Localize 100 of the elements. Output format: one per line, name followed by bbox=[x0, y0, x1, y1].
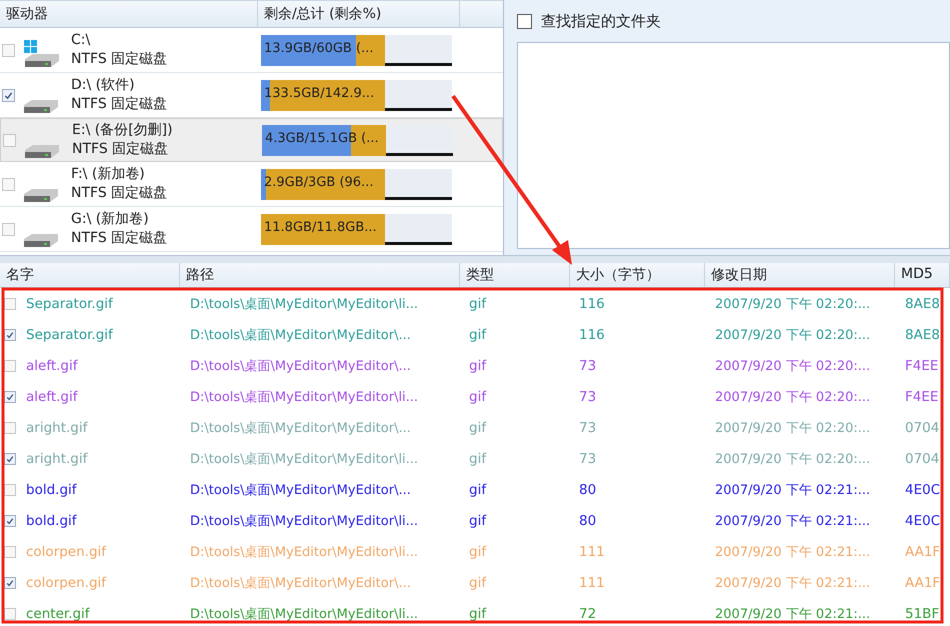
modified-date: 2007/9/20 下午 02:21:... bbox=[715, 606, 872, 622]
file-type: gif bbox=[469, 450, 488, 466]
column-header[interactable]: 名字 bbox=[0, 263, 180, 287]
column-header[interactable]: 剩余/总计 (剩余%) bbox=[258, 1, 460, 27]
column-header[interactable]: 驱动器 bbox=[0, 1, 258, 27]
file-size: 73 bbox=[579, 388, 598, 404]
folder-checkbox[interactable]: 查找指定的文件夹 bbox=[517, 10, 661, 32]
file-size: 80 bbox=[579, 482, 598, 498]
file-row[interactable]: aleft.gif D:\tools\桌面\MyEditor\MyEditor\li... gif 73 2007/9/20 下午 02:20:... F4EE bbox=[0, 381, 950, 412]
column-header[interactable]: 修改日期 bbox=[705, 263, 895, 287]
file-type: gif bbox=[469, 326, 488, 342]
modified-date: 2007/9/20 下午 02:20:... bbox=[715, 326, 872, 344]
usage-text: 11.8GB/11.8GB... bbox=[263, 218, 378, 234]
file-row[interactable]: aleft.gif D:\tools\桌面\MyEditor\MyEditor\... gif 73 2007/9/20 下午 02:20:... F4EE bbox=[0, 350, 950, 381]
file-path: D:\tools\桌面\MyEditor\MyEditor\... bbox=[190, 358, 412, 374]
file-type: gif bbox=[469, 482, 488, 498]
drive-name: D:\ (软件) bbox=[71, 76, 136, 95]
file-name: aright.gif bbox=[26, 450, 89, 466]
checkbox[interactable] bbox=[4, 576, 16, 588]
file-path: D:\tools\桌面\MyEditor\MyEditor\li... bbox=[190, 512, 420, 530]
md5-hash: 4E0C bbox=[905, 482, 942, 498]
file-type: gif bbox=[469, 296, 488, 312]
modified-date: 2007/9/20 下午 02:20:... bbox=[715, 450, 872, 468]
file-size: 73 bbox=[579, 358, 598, 374]
drive-name: E:\ (备份[勿删]) bbox=[72, 121, 174, 140]
file-size: 111 bbox=[579, 574, 606, 590]
checkbox[interactable] bbox=[4, 514, 16, 526]
file-path: D:\tools\桌面\MyEditor\MyEditor\li... bbox=[190, 450, 420, 468]
modified-date: 2007/9/20 下午 02:21:... bbox=[715, 482, 872, 498]
drive-name: F:\ (新加卷) bbox=[71, 165, 146, 184]
file-type: gif bbox=[469, 388, 488, 404]
file-path: D:\tools\桌面\MyEditor\MyEditor\li... bbox=[190, 606, 420, 622]
modified-date: 2007/9/20 下午 02:20:... bbox=[715, 420, 872, 436]
drive-type: NTFS 固定磁盘 bbox=[71, 95, 168, 114]
drive-row[interactable]: G:\ (新加卷) NTFS 固定磁盘 11.8GB/11.8GB... bbox=[0, 207, 503, 252]
checkbox[interactable] bbox=[2, 44, 15, 56]
drive-name: C:\ bbox=[71, 31, 92, 50]
file-path: D:\tools\桌面\MyEditor\MyEditor\... bbox=[190, 482, 412, 498]
file-name: Separator.gif bbox=[26, 296, 114, 312]
drive-icon bbox=[24, 100, 58, 112]
file-row[interactable]: bold.gif D:\tools\桌面\MyEditor\MyEditor\li... gif 80 2007/9/20 下午 02:21:... 4E0C bbox=[0, 505, 950, 536]
file-path: D:\tools\桌面\MyEditor\MyEditor\li... bbox=[190, 544, 420, 560]
drive-type: NTFS 固定磁盘 bbox=[71, 229, 168, 248]
file-size: 73 bbox=[579, 450, 598, 466]
file-size: 111 bbox=[579, 544, 606, 560]
md5-hash: 8AE8 bbox=[905, 296, 941, 312]
column-header[interactable]: 路径 bbox=[180, 263, 460, 287]
checkbox[interactable] bbox=[4, 360, 16, 372]
checkbox[interactable] bbox=[2, 178, 15, 190]
file-name: aleft.gif bbox=[26, 358, 79, 374]
drive-icon bbox=[24, 234, 58, 246]
file-name: aleft.gif bbox=[26, 388, 79, 404]
md5-hash: 8AE8 bbox=[905, 326, 941, 342]
file-name: Separator.gif bbox=[26, 326, 114, 342]
modified-date: 2007/9/20 下午 02:21:... bbox=[715, 512, 872, 530]
checkbox[interactable] bbox=[4, 422, 16, 434]
file-size: 116 bbox=[579, 296, 606, 312]
md5-hash: 51BF bbox=[905, 606, 940, 622]
file-path: D:\tools\桌面\MyEditor\MyEditor\li... bbox=[190, 296, 420, 312]
checkbox[interactable] bbox=[2, 222, 15, 236]
checkbox[interactable] bbox=[4, 328, 16, 340]
drive-row[interactable]: C:\ NTFS 固定磁盘 13.9GB/60GB (... bbox=[0, 28, 503, 73]
file-type: gif bbox=[469, 512, 488, 528]
checkbox[interactable] bbox=[4, 452, 16, 464]
file-name: colorpen.gif bbox=[26, 574, 108, 590]
modified-date: 2007/9/20 下午 02:21:... bbox=[715, 574, 872, 592]
checkbox[interactable] bbox=[4, 390, 16, 402]
file-name: center.gif bbox=[26, 606, 91, 622]
file-type: gif bbox=[469, 420, 488, 436]
file-type: gif bbox=[469, 606, 488, 622]
md5-hash: F4EE bbox=[905, 358, 940, 374]
modified-date: 2007/9/20 下午 02:21:... bbox=[715, 544, 872, 560]
modified-date: 2007/9/20 下午 02:20:... bbox=[715, 388, 872, 406]
file-row[interactable]: bold.gif D:\tools\桌面\MyEditor\MyEditor\... gif 80 2007/9/20 下午 02:21:... 4E0C bbox=[0, 474, 950, 505]
checkbox[interactable] bbox=[4, 298, 16, 310]
checkbox[interactable] bbox=[2, 88, 15, 102]
column-header[interactable]: MD5 bbox=[895, 263, 950, 287]
file-type: gif bbox=[469, 544, 488, 560]
file-size: 80 bbox=[579, 512, 598, 528]
file-type: gif bbox=[469, 358, 488, 374]
checkbox[interactable] bbox=[3, 134, 16, 146]
drive-type: NTFS 固定磁盘 bbox=[71, 50, 168, 69]
md5-hash: AA1F bbox=[905, 574, 942, 590]
file-name: colorpen.gif bbox=[26, 544, 108, 560]
file-name: bold.gif bbox=[26, 512, 78, 528]
usage-text: 13.9GB/60GB (... bbox=[263, 40, 374, 56]
checkbox[interactable] bbox=[4, 484, 16, 496]
file-size: 72 bbox=[579, 606, 598, 622]
drive-type: NTFS 固定磁盘 bbox=[71, 184, 168, 203]
checkbox[interactable] bbox=[4, 546, 16, 558]
md5-hash: 0704 bbox=[905, 420, 940, 436]
modified-date: 2007/9/20 下午 02:20:... bbox=[715, 296, 872, 312]
checkbox[interactable] bbox=[4, 608, 16, 620]
file-path: D:\tools\桌面\MyEditor\MyEditor\... bbox=[190, 326, 412, 344]
md5-hash: F4EE bbox=[905, 388, 940, 404]
checkbox[interactable] bbox=[517, 14, 532, 28]
drive-name: G:\ (新加卷) bbox=[71, 210, 150, 229]
md5-hash: 0704 bbox=[905, 450, 940, 466]
system-drive-icon bbox=[21, 39, 61, 69]
file-name: bold.gif bbox=[26, 482, 78, 498]
